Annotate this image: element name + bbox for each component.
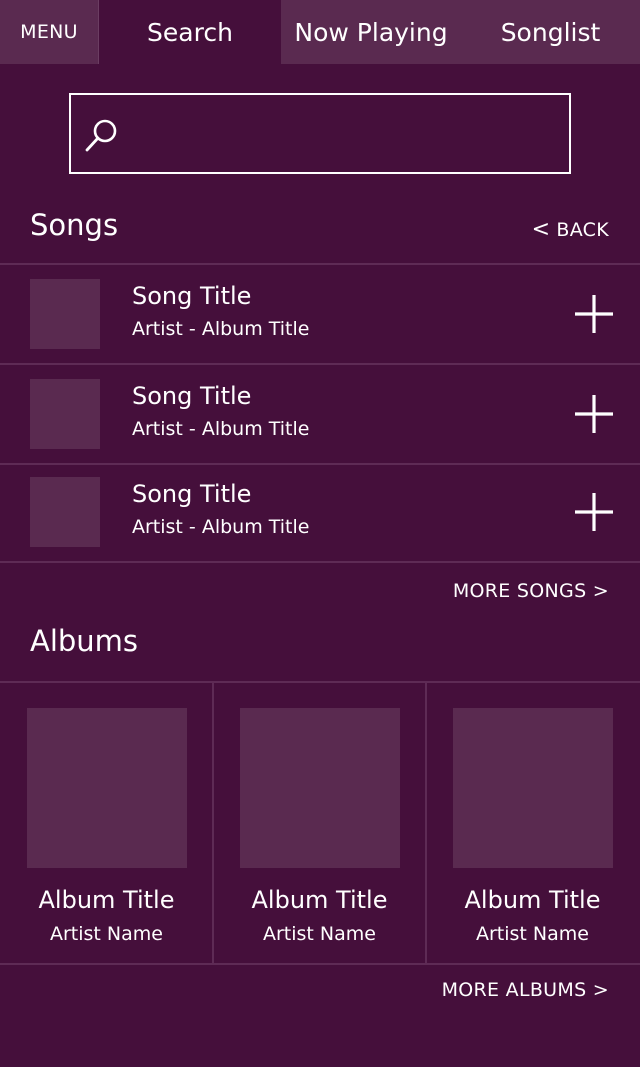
album-card[interactable]: Album Title Artist Name [212,683,425,963]
albums-heading: Albums [30,624,139,658]
album-art [27,708,187,868]
search-bar[interactable] [69,93,571,174]
song-row[interactable]: Song Title Artist - Album Title [0,465,640,565]
album-title: Album Title [464,886,601,914]
song-thumbnail [30,477,100,547]
more-albums-link[interactable]: MORE ALBUMS > [442,979,609,1001]
more-songs-link[interactable]: MORE SONGS > [453,580,609,602]
plus-icon[interactable] [573,293,615,335]
song-title: Song Title [132,382,252,410]
tab-search[interactable]: Search [99,0,281,64]
album-artist: Artist Name [476,923,589,945]
song-row[interactable]: Song Title Artist - Album Title [0,265,640,365]
album-card[interactable]: Album Title Artist Name [0,683,213,963]
album-art [453,708,613,868]
song-title: Song Title [132,480,252,508]
tab-now-playing[interactable]: Now Playing [281,0,461,64]
song-row[interactable]: Song Title Artist - Album Title [0,365,640,465]
album-artist: Artist Name [50,923,163,945]
divider [0,561,640,563]
album-title: Album Title [251,886,388,914]
song-thumbnail [30,279,100,349]
album-title: Album Title [38,886,175,914]
songs-heading: Songs [30,208,119,242]
back-button[interactable]: < BACK [532,217,609,242]
tab-songlist[interactable]: Songlist [461,0,640,64]
song-thumbnail [30,379,100,449]
chevron-left-icon: < [531,217,551,242]
song-title: Song Title [132,282,252,310]
search-input[interactable] [131,95,561,172]
search-icon [85,119,117,152]
song-subtitle: Artist - Album Title [132,516,310,538]
plus-icon[interactable] [573,491,615,533]
plus-icon[interactable] [573,393,615,435]
back-label: BACK [556,219,609,241]
song-subtitle: Artist - Album Title [132,418,310,440]
album-artist: Artist Name [263,923,376,945]
album-grid: Album Title Artist Name Album Title Arti… [0,681,640,965]
menu-button[interactable]: MENU [0,0,99,64]
song-subtitle: Artist - Album Title [132,318,310,340]
album-card[interactable]: Album Title Artist Name [425,683,638,963]
top-nav: MENU Search Now Playing Songlist [0,0,640,64]
album-art [240,708,400,868]
